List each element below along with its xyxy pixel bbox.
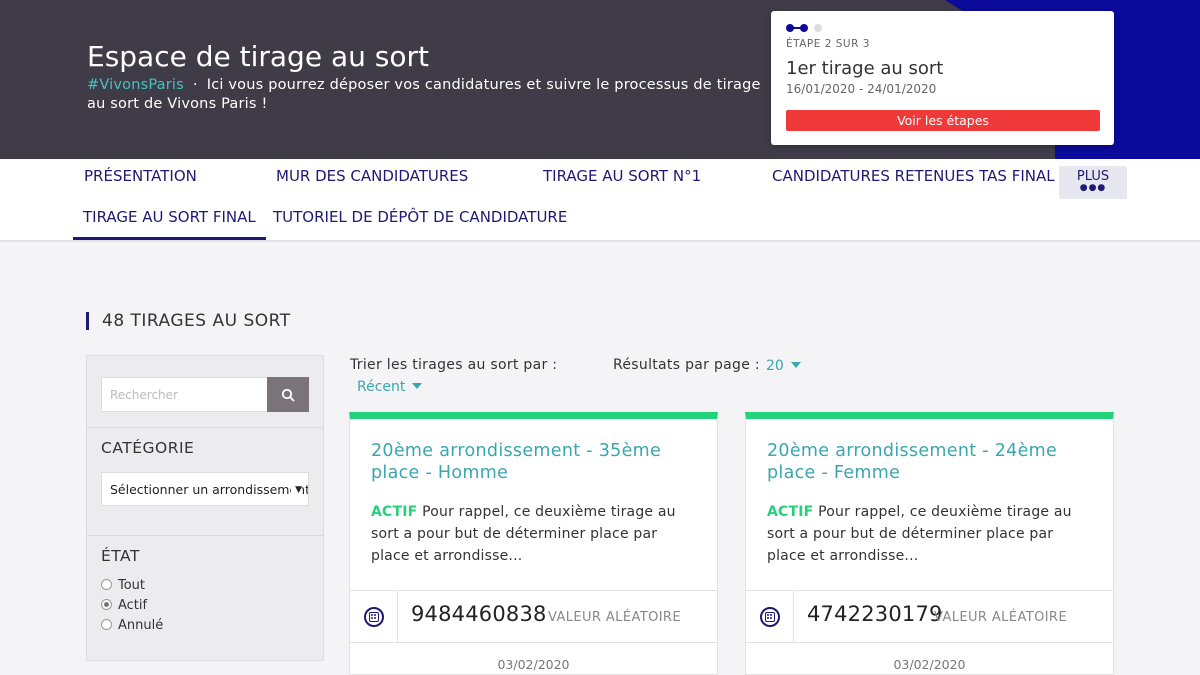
view-steps-button[interactable]: Voir les étapes <box>786 110 1100 131</box>
card-title[interactable]: 20ème arrondissement - 35ème place - Hom… <box>371 440 691 484</box>
status-badge: ACTIF <box>371 504 418 520</box>
random-value-row: 9484460838 VALEUR ALÉATOIRE <box>350 590 717 643</box>
caret-down-icon <box>790 362 801 368</box>
search-input[interactable] <box>101 377 268 412</box>
nav-more-button[interactable]: PLUS ●●● <box>1059 166 1127 199</box>
nav-item-mur-candidatures[interactable]: MUR DES CANDIDATURES <box>276 167 468 185</box>
card-description: ACTIF Pour rappel, ce deuxième tirage au… <box>767 504 1072 564</box>
nav-item-presentation[interactable]: PRÉSENTATION <box>84 167 197 185</box>
state-option-actif[interactable]: Actif <box>101 598 147 613</box>
caret-down-icon: ▼ <box>291 473 302 505</box>
random-value-label: VALEUR ALÉATOIRE <box>548 610 681 625</box>
nav-more-label: PLUS <box>1076 169 1110 184</box>
category-select[interactable]: Sélectionner un arrondissement ▼ <box>101 472 309 506</box>
nav-item-tirage-final[interactable]: TIRAGE AU SORT FINAL <box>73 208 266 240</box>
radio-icon[interactable] <box>101 619 112 630</box>
hashtag-link[interactable]: #VivonsParis <box>87 77 184 93</box>
random-value-row: 4742230179 VALEUR ALÉATOIRE <box>746 590 1113 643</box>
step-label: ÉTAPE 2 SUR 3 <box>786 38 870 50</box>
search-icon <box>281 388 295 402</box>
draw-card[interactable]: 20ème arrondissement - 35ème place - Hom… <box>349 412 718 675</box>
card-date: 03/02/2020 <box>893 657 966 672</box>
search-button[interactable] <box>267 377 309 412</box>
header-description: #VivonsParis · Ici vous pourrez déposer vo… <box>87 76 767 114</box>
step-dot-1 <box>786 24 794 32</box>
card-description: ACTIF Pour rappel, ce deuxième tirage au… <box>371 504 676 564</box>
sort-label: Trier les tirages au sort par : <box>350 357 558 373</box>
random-value: 9484460838 <box>411 602 547 626</box>
caret-down-icon <box>412 383 423 389</box>
page-title: Espace de tirage au sort <box>87 40 429 73</box>
separator-dot: · <box>192 77 198 93</box>
results-per-page-dropdown[interactable]: 20 <box>766 358 801 374</box>
page-header: Espace de tirage au sort #VivonsParis · Ic… <box>0 0 1200 159</box>
radio-checked-icon[interactable] <box>101 599 112 610</box>
card-date: 03/02/2020 <box>497 657 570 672</box>
filter-sidebar: CATÉGORIE Sélectionner un arrondissement… <box>86 355 324 661</box>
step-dot-3 <box>814 24 822 32</box>
random-value: 4742230179 <box>807 602 943 626</box>
random-value-label: VALEUR ALÉATOIRE <box>934 610 1067 625</box>
dice-icon <box>760 607 780 627</box>
step-title: 1er tirage au sort <box>786 58 944 79</box>
status-badge: ACTIF <box>767 504 814 520</box>
category-heading: CATÉGORIE <box>101 439 195 457</box>
state-option-annule[interactable]: Annulé <box>101 618 163 633</box>
nav-item-tutoriel[interactable]: TUTORIEL DE DÉPÔT DE CANDIDATURE <box>273 208 567 226</box>
draw-card[interactable]: 20ème arrondissement - 24ème place - Fem… <box>745 412 1114 675</box>
more-dots-icon: ●●● <box>1079 183 1107 193</box>
sort-dropdown[interactable]: Récent <box>357 379 423 395</box>
radio-icon[interactable] <box>101 579 112 590</box>
state-heading: ÉTAT <box>101 547 140 565</box>
category-select-value: Sélectionner un arrondissement <box>110 482 309 497</box>
header-description-text: Ici vous pourrez déposer vos candidature… <box>87 77 761 112</box>
step-dot-2 <box>800 24 808 32</box>
step-dates: 16/01/2020 - 24/01/2020 <box>786 82 937 96</box>
card-title[interactable]: 20ème arrondissement - 24ème place - Fem… <box>767 440 1087 484</box>
section-title: 48 TIRAGES AU SORT <box>86 312 291 330</box>
state-option-tout[interactable]: Tout <box>101 578 145 593</box>
results-per-page-label: Résultats par page : <box>613 357 760 373</box>
nav-item-candidatures-retenues[interactable]: CANDIDATURES RETENUES TAS FINAL <box>772 167 1055 185</box>
dice-icon <box>364 607 384 627</box>
step-progress-indicator <box>786 24 826 32</box>
nav-item-tirage-1[interactable]: TIRAGE AU SORT N°1 <box>543 167 701 185</box>
step-card: ÉTAPE 2 SUR 3 1er tirage au sort 16/01/2… <box>771 11 1114 145</box>
main-nav: PRÉSENTATION MUR DES CANDIDATURES TIRAGE… <box>0 159 1200 242</box>
